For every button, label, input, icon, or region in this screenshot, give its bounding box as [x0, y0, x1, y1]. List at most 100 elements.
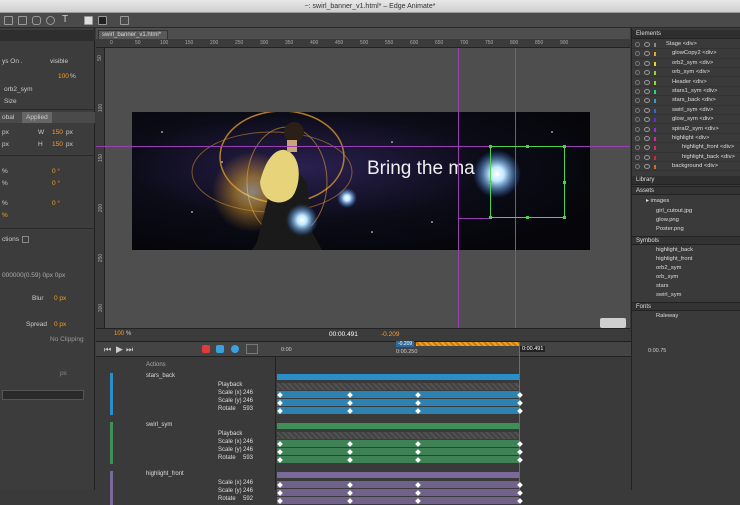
go-to-end-icon[interactable]: ⏭: [126, 345, 133, 355]
symbol-item[interactable]: highlight_back: [656, 247, 693, 253]
property-track[interactable]: [277, 399, 519, 406]
width-row[interactable]: px W 150 px: [0, 127, 95, 138]
lock-icon[interactable]: [635, 136, 640, 141]
element-row[interactable]: swirl_sym <div>: [632, 106, 740, 115]
symbol-item[interactable]: stars: [656, 283, 669, 289]
panel-toggle-icon[interactable]: [120, 16, 129, 25]
property-track[interactable]: [277, 391, 519, 398]
property-value[interactable]: 246: [243, 480, 253, 486]
timeline-group-name[interactable]: swirl_sym: [146, 422, 172, 428]
fonts-section[interactable]: Fonts: [632, 302, 740, 311]
rectangle-tool-icon[interactable]: [18, 16, 27, 25]
visibility-icon[interactable]: [644, 126, 650, 132]
property-track[interactable]: [277, 481, 519, 488]
origin-row[interactable]: % 0 °: [0, 198, 95, 209]
lock-icon[interactable]: [635, 154, 640, 160]
element-row[interactable]: orb_sym <div>: [632, 68, 740, 78]
easing-icon[interactable]: [246, 344, 258, 354]
visibility-icon[interactable]: [644, 136, 650, 141]
element-row[interactable]: highlight_front <div>: [632, 143, 740, 153]
property-track[interactable]: [277, 497, 519, 504]
lock-icon[interactable]: [635, 79, 640, 85]
element-row[interactable]: Header <div>: [632, 78, 740, 87]
property-track[interactable]: [277, 448, 519, 455]
visibility-icon[interactable]: [644, 51, 650, 57]
asset-item[interactable]: glow.png: [656, 217, 679, 223]
document-tab[interactable]: swirl_banner_v1.html*: [98, 30, 168, 39]
scale-row[interactable]: %: [0, 210, 95, 221]
timeline-group-bar[interactable]: [277, 472, 519, 478]
property-value[interactable]: 246: [243, 488, 253, 494]
global-applied-tabs[interactable]: obal Applied: [0, 112, 95, 123]
spread-row[interactable]: Spread 0 px: [0, 319, 95, 330]
keyframe[interactable]: [517, 497, 523, 504]
timeline-group-name[interactable]: stars_back: [146, 373, 175, 379]
lock-icon[interactable]: [635, 164, 640, 170]
property-track[interactable]: [277, 383, 519, 390]
property-track[interactable]: [277, 432, 519, 439]
visibility-icon[interactable]: [644, 70, 650, 76]
element-row[interactable]: glow_sym <div>: [632, 115, 740, 125]
symbol-item[interactable]: swirl_sym: [656, 292, 681, 298]
property-track[interactable]: [277, 489, 519, 496]
element-row[interactable]: highlight <div>: [632, 134, 740, 144]
lock-icon[interactable]: [635, 98, 640, 104]
lock-icon[interactable]: [635, 42, 640, 47]
asset-item[interactable]: Poster.png: [656, 226, 684, 232]
actions-label[interactable]: Actions: [146, 362, 166, 368]
property-value[interactable]: 246: [243, 447, 253, 453]
visibility-icon[interactable]: [644, 154, 650, 160]
rounded-rect-tool-icon[interactable]: [32, 16, 41, 25]
element-row[interactable]: stars1_sym <div>: [632, 87, 740, 97]
visibility-icon[interactable]: [644, 164, 650, 170]
lock-icon[interactable]: [635, 51, 640, 57]
timeline-group-name[interactable]: highlight_front: [146, 471, 184, 477]
property-value[interactable]: 592: [243, 496, 253, 502]
rotate-row[interactable]: % 0 °: [0, 166, 95, 177]
element-row[interactable]: highlight_back <div>: [632, 153, 740, 162]
playhead-line[interactable]: [519, 342, 520, 490]
timeline-group-bar[interactable]: [277, 423, 519, 429]
shadow-color-row[interactable]: 000000(0.59) 0px 0px: [0, 270, 95, 281]
lock-icon[interactable]: [635, 70, 640, 76]
height-row[interactable]: px H 150 px: [0, 139, 95, 150]
play-icon[interactable]: ▶: [116, 344, 123, 355]
visibility-icon[interactable]: [644, 42, 650, 47]
element-row[interactable]: Stage <div>: [632, 40, 740, 50]
keyframe[interactable]: [517, 489, 523, 496]
playhead-label[interactable]: 0:00.491: [520, 346, 546, 352]
symbol-item[interactable]: orb_sym: [656, 274, 678, 280]
property-value[interactable]: 246: [243, 398, 253, 404]
lock-icon[interactable]: [635, 89, 640, 94]
cursor-field[interactable]: [2, 390, 84, 400]
visibility-icon[interactable]: [644, 117, 650, 123]
smart-guides-icon[interactable]: [216, 345, 224, 353]
property-track[interactable]: [277, 440, 519, 447]
blur-row[interactable]: Blur 0 px: [0, 293, 95, 304]
fill-color-swatch[interactable]: [98, 16, 107, 25]
ellipse-tool-icon[interactable]: [46, 16, 55, 25]
visibility-icon[interactable]: [644, 145, 650, 151]
stage-color-swatch[interactable]: [84, 16, 93, 25]
element-row[interactable]: stars_back <div>: [632, 96, 740, 106]
selection-box[interactable]: [489, 145, 566, 219]
element-row[interactable]: background <div>: [632, 162, 740, 172]
property-value[interactable]: 593: [243, 406, 253, 412]
symbols-section[interactable]: Symbols: [632, 236, 740, 245]
property-track[interactable]: [277, 407, 519, 414]
lock-icon[interactable]: [635, 107, 640, 113]
images-folder[interactable]: ▸ images: [646, 198, 669, 204]
symbol-item[interactable]: highlight_front: [656, 256, 692, 262]
property-value[interactable]: 246: [243, 390, 253, 396]
text-tool-icon[interactable]: T: [62, 14, 68, 25]
element-row[interactable]: spiral2_sym <div>: [632, 125, 740, 134]
symbol-item[interactable]: orb2_sym: [656, 265, 681, 271]
visibility-icon[interactable]: [644, 60, 650, 66]
visibility-icon[interactable]: [644, 79, 650, 85]
asset-item[interactable]: girl_cutout.jpg: [656, 208, 692, 214]
assets-section[interactable]: Assets: [632, 186, 740, 195]
display-row[interactable]: ys On . visible: [0, 56, 95, 67]
clipping-row[interactable]: No Clipping: [0, 334, 95, 345]
property-value[interactable]: 593: [243, 455, 253, 461]
lock-icon[interactable]: [635, 145, 640, 151]
